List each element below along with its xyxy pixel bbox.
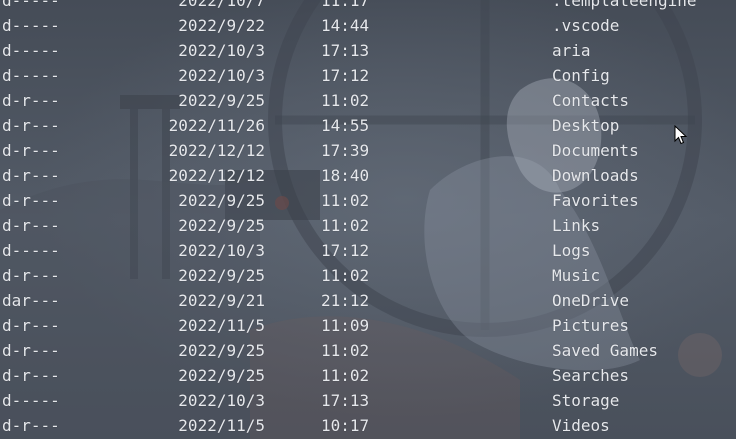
- name-cell: Desktop: [552, 116, 620, 135]
- mode-cell: d-r---: [2, 416, 60, 435]
- time-cell: 11:02: [321, 366, 370, 385]
- time-cell: 17:13: [321, 391, 370, 410]
- list-item: d-r--- 2022/9/25 11:02 Searches: [0, 363, 736, 388]
- name-cell: Logs: [552, 241, 591, 260]
- name-cell: Contacts: [552, 91, 630, 110]
- date-cell: 2022/9/22: [178, 16, 265, 35]
- name-cell: Pictures: [552, 316, 630, 335]
- mode-cell: d-r---: [2, 166, 60, 185]
- list-item: d----- 2022/10/3 17:12 Logs: [0, 238, 736, 263]
- name-cell: .vscode: [552, 16, 620, 35]
- date-cell: 2022/9/21: [178, 291, 265, 310]
- time-cell: 18:40: [321, 166, 370, 185]
- mode-cell: d-r---: [2, 216, 60, 235]
- name-cell: Downloads: [552, 166, 639, 185]
- date-cell: 2022/10/3: [178, 41, 265, 60]
- mode-cell: d-r---: [2, 266, 60, 285]
- list-item: d-r--- 2022/11/5 11:09 Pictures: [0, 313, 736, 338]
- list-item: d-r--- 2022/9/25 11:02 Music: [0, 263, 736, 288]
- list-item: d----- 2022/9/22 14:44 .vscode: [0, 13, 736, 38]
- mode-cell: d-r---: [2, 341, 60, 360]
- mode-cell: d-----: [2, 16, 60, 35]
- time-cell: 10:17: [321, 416, 370, 435]
- mode-cell: dar---: [2, 291, 60, 310]
- list-item: d----- 2022/10/3 17:13 Storage: [0, 388, 736, 413]
- date-cell: 2022/12/12: [168, 166, 265, 185]
- name-cell: Favorites: [552, 191, 639, 210]
- mode-cell: d-r---: [2, 141, 60, 160]
- list-item: dar--- 2022/9/21 21:12 OneDrive: [0, 288, 736, 313]
- date-cell: 2022/11/5: [178, 416, 265, 435]
- mode-cell: d-r---: [2, 316, 60, 335]
- time-cell: 14:55: [321, 116, 370, 135]
- date-cell: 2022/10/7: [178, 0, 265, 10]
- date-cell: 2022/11/26: [168, 116, 265, 135]
- name-cell: .templateengine: [552, 0, 697, 10]
- date-cell: 2022/10/3: [178, 391, 265, 410]
- time-cell: 11:02: [321, 191, 370, 210]
- mode-cell: d-----: [2, 241, 60, 260]
- name-cell: Videos: [552, 416, 610, 435]
- time-cell: 17:12: [321, 241, 370, 260]
- list-item: d----- 2022/10/3 17:13 aria: [0, 38, 736, 63]
- name-cell: Documents: [552, 141, 639, 160]
- time-cell: 11:17: [321, 0, 370, 10]
- list-item: d-r--- 2022/12/12 17:39 Documents: [0, 138, 736, 163]
- name-cell: aria: [552, 41, 591, 60]
- time-cell: 11:02: [321, 266, 370, 285]
- date-cell: 2022/10/3: [178, 66, 265, 85]
- time-cell: 17:39: [321, 141, 370, 160]
- time-cell: 21:12: [321, 291, 370, 310]
- list-item: d-r--- 2022/11/26 14:55 Desktop: [0, 113, 736, 138]
- list-item: d----- 2022/10/3 17:12 Config: [0, 63, 736, 88]
- date-cell: 2022/11/5: [178, 316, 265, 335]
- list-item: d-r--- 2022/9/25 11:02 Links: [0, 213, 736, 238]
- mode-cell: d-----: [2, 41, 60, 60]
- date-cell: 2022/9/25: [178, 366, 265, 385]
- list-item: d----- 2022/10/7 11:17 .templateengine: [0, 0, 736, 13]
- date-cell: 2022/9/25: [178, 191, 265, 210]
- date-cell: 2022/9/25: [178, 91, 265, 110]
- time-cell: 11:02: [321, 341, 370, 360]
- time-cell: 11:09: [321, 316, 370, 335]
- mode-cell: d-----: [2, 0, 60, 10]
- date-cell: 2022/9/25: [178, 341, 265, 360]
- name-cell: Config: [552, 66, 610, 85]
- name-cell: Saved Games: [552, 341, 658, 360]
- name-cell: Links: [552, 216, 601, 235]
- terminal-listing: d----- 2022/10/7 11:17 .templateengine d…: [0, 0, 736, 439]
- name-cell: Music: [552, 266, 601, 285]
- name-cell: Searches: [552, 366, 630, 385]
- date-cell: 2022/9/25: [178, 266, 265, 285]
- date-cell: 2022/9/25: [178, 216, 265, 235]
- date-cell: 2022/12/12: [168, 141, 265, 160]
- list-item: d-r--- 2022/9/25 11:02 Contacts: [0, 88, 736, 113]
- list-item: d-r--- 2022/12/12 18:40 Downloads: [0, 163, 736, 188]
- mode-cell: d-r---: [2, 91, 60, 110]
- list-item: d-r--- 2022/11/5 10:17 Videos: [0, 413, 736, 438]
- mode-cell: d-r---: [2, 366, 60, 385]
- time-cell: 11:02: [321, 91, 370, 110]
- mode-cell: d-r---: [2, 116, 60, 135]
- mode-cell: d-r---: [2, 191, 60, 210]
- name-cell: Storage: [552, 391, 620, 410]
- mode-cell: d-----: [2, 391, 60, 410]
- date-cell: 2022/10/3: [178, 241, 265, 260]
- mouse-pointer-icon: [674, 125, 688, 145]
- name-cell: OneDrive: [552, 291, 630, 310]
- time-cell: 11:02: [321, 216, 370, 235]
- list-item: d-r--- 2022/9/25 11:02 Favorites: [0, 188, 736, 213]
- mode-cell: d-----: [2, 66, 60, 85]
- time-cell: 17:13: [321, 41, 370, 60]
- time-cell: 14:44: [321, 16, 370, 35]
- list-item: d-r--- 2022/9/25 11:02 Saved Games: [0, 338, 736, 363]
- time-cell: 17:12: [321, 66, 370, 85]
